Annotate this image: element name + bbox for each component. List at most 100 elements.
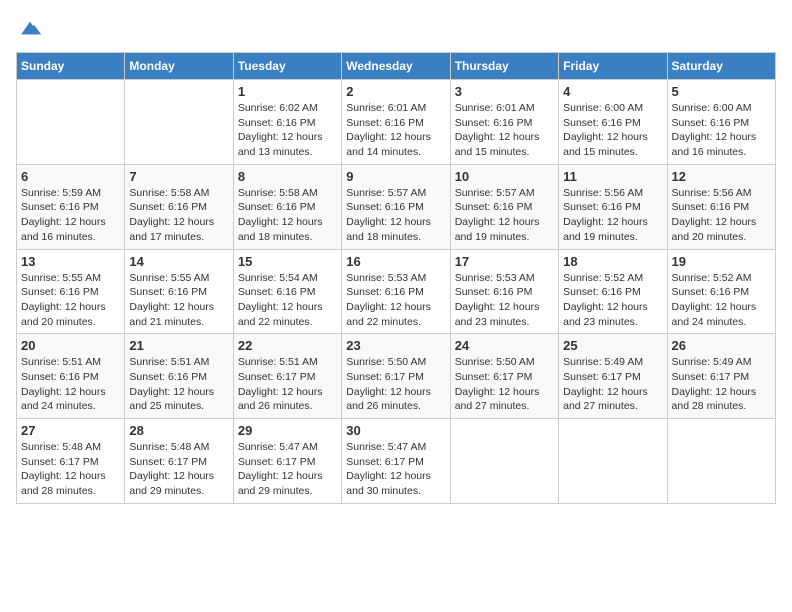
day-number: 29 <box>238 423 337 438</box>
calendar-day-cell: 6 Sunrise: 5:59 AM Sunset: 6:16 PM Daylig… <box>17 164 125 249</box>
day-number: 25 <box>563 338 662 353</box>
day-info: Sunrise: 5:52 AM Sunset: 6:16 PM Dayligh… <box>672 271 771 330</box>
day-number: 13 <box>21 254 120 269</box>
day-number: 22 <box>238 338 337 353</box>
day-info: Sunrise: 5:53 AM Sunset: 6:16 PM Dayligh… <box>346 271 445 330</box>
day-info: Sunrise: 5:51 AM Sunset: 6:16 PM Dayligh… <box>129 355 228 414</box>
calendar-day-cell: 19 Sunrise: 5:52 AM Sunset: 6:16 PM Dayli… <box>667 249 775 334</box>
calendar-day-cell: 28 Sunrise: 5:48 AM Sunset: 6:17 PM Dayli… <box>125 419 233 504</box>
calendar-day-cell: 25 Sunrise: 5:49 AM Sunset: 6:17 PM Dayli… <box>559 334 667 419</box>
calendar-day-cell: 17 Sunrise: 5:53 AM Sunset: 6:16 PM Dayli… <box>450 249 558 334</box>
day-info: Sunrise: 5:51 AM Sunset: 6:17 PM Dayligh… <box>238 355 337 414</box>
day-info: Sunrise: 5:48 AM Sunset: 6:17 PM Dayligh… <box>129 440 228 499</box>
day-info: Sunrise: 5:49 AM Sunset: 6:17 PM Dayligh… <box>672 355 771 414</box>
day-info: Sunrise: 6:01 AM Sunset: 6:16 PM Dayligh… <box>455 101 554 160</box>
day-number: 19 <box>672 254 771 269</box>
page-header <box>16 16 776 40</box>
day-info: Sunrise: 5:48 AM Sunset: 6:17 PM Dayligh… <box>21 440 120 499</box>
day-of-week-header: Tuesday <box>233 53 341 80</box>
calendar-day-cell: 26Sunrise: 5:49 AM Sunset: 6:17 PM Dayli… <box>667 334 775 419</box>
day-number: 27 <box>21 423 120 438</box>
calendar-day-cell: 12 Sunrise: 5:56 AM Sunset: 6:16 PM Dayli… <box>667 164 775 249</box>
day-info: Sunrise: 5:57 AM Sunset: 6:16 PM Dayligh… <box>455 186 554 245</box>
calendar-day-cell: 1 Sunrise: 6:02 AM Sunset: 6:16 PM Daylig… <box>233 80 341 165</box>
calendar-day-cell: 24 Sunrise: 5:50 AM Sunset: 6:17 PM Dayli… <box>450 334 558 419</box>
calendar-day-cell: 14 Sunrise: 5:55 AM Sunset: 6:16 PM Dayli… <box>125 249 233 334</box>
calendar-day-cell <box>559 419 667 504</box>
day-info: Sunrise: 5:47 AM Sunset: 6:17 PM Dayligh… <box>346 440 445 499</box>
day-info: Sunrise: 5:52 AM Sunset: 6:16 PM Dayligh… <box>563 271 662 330</box>
calendar-day-cell: 18 Sunrise: 5:52 AM Sunset: 6:16 PM Dayli… <box>559 249 667 334</box>
calendar-day-cell <box>667 419 775 504</box>
day-info: Sunrise: 5:53 AM Sunset: 6:16 PM Dayligh… <box>455 271 554 330</box>
day-of-week-header: Friday <box>559 53 667 80</box>
calendar-day-cell: 2 Sunrise: 6:01 AM Sunset: 6:16 PM Daylig… <box>342 80 450 165</box>
calendar-day-cell: 10 Sunrise: 5:57 AM Sunset: 6:16 PM Dayli… <box>450 164 558 249</box>
calendar-day-cell: 27 Sunrise: 5:48 AM Sunset: 6:17 PM Dayli… <box>17 419 125 504</box>
day-number: 8 <box>238 169 337 184</box>
calendar-day-cell: 15 Sunrise: 5:54 AM Sunset: 6:16 PM Dayli… <box>233 249 341 334</box>
calendar-day-cell: 16 Sunrise: 5:53 AM Sunset: 6:16 PM Dayli… <box>342 249 450 334</box>
day-number: 21 <box>129 338 228 353</box>
day-number: 12 <box>672 169 771 184</box>
day-number: 1 <box>238 84 337 99</box>
day-number: 17 <box>455 254 554 269</box>
calendar-week-row: 20Sunrise: 5:51 AM Sunset: 6:16 PM Dayli… <box>17 334 776 419</box>
day-info: Sunrise: 5:58 AM Sunset: 6:16 PM Dayligh… <box>129 186 228 245</box>
day-number: 16 <box>346 254 445 269</box>
day-number: 14 <box>129 254 228 269</box>
day-number: 7 <box>129 169 228 184</box>
calendar-header-row: SundayMondayTuesdayWednesdayThursdayFrid… <box>17 53 776 80</box>
day-info: Sunrise: 5:56 AM Sunset: 6:16 PM Dayligh… <box>563 186 662 245</box>
calendar-week-row: 1 Sunrise: 6:02 AM Sunset: 6:16 PM Daylig… <box>17 80 776 165</box>
day-info: Sunrise: 6:00 AM Sunset: 6:16 PM Dayligh… <box>563 101 662 160</box>
calendar-day-cell <box>17 80 125 165</box>
day-info: Sunrise: 5:51 AM Sunset: 6:16 PM Dayligh… <box>21 355 120 414</box>
day-info: Sunrise: 5:59 AM Sunset: 6:16 PM Dayligh… <box>21 186 120 245</box>
day-number: 11 <box>563 169 662 184</box>
calendar-day-cell: 21 Sunrise: 5:51 AM Sunset: 6:16 PM Dayli… <box>125 334 233 419</box>
day-number: 4 <box>563 84 662 99</box>
day-of-week-header: Thursday <box>450 53 558 80</box>
calendar-day-cell: 7 Sunrise: 5:58 AM Sunset: 6:16 PM Daylig… <box>125 164 233 249</box>
day-info: Sunrise: 5:54 AM Sunset: 6:16 PM Dayligh… <box>238 271 337 330</box>
day-number: 24 <box>455 338 554 353</box>
day-of-week-header: Monday <box>125 53 233 80</box>
logo-text <box>16 16 42 40</box>
day-info: Sunrise: 5:49 AM Sunset: 6:17 PM Dayligh… <box>563 355 662 414</box>
day-number: 23 <box>346 338 445 353</box>
calendar-table: SundayMondayTuesdayWednesdayThursdayFrid… <box>16 52 776 504</box>
day-number: 30 <box>346 423 445 438</box>
day-number: 18 <box>563 254 662 269</box>
day-number: 2 <box>346 84 445 99</box>
calendar-day-cell: 22 Sunrise: 5:51 AM Sunset: 6:17 PM Dayli… <box>233 334 341 419</box>
calendar-day-cell: 20Sunrise: 5:51 AM Sunset: 6:16 PM Dayli… <box>17 334 125 419</box>
day-info: Sunrise: 6:01 AM Sunset: 6:16 PM Dayligh… <box>346 101 445 160</box>
day-number: 15 <box>238 254 337 269</box>
calendar-week-row: 6 Sunrise: 5:59 AM Sunset: 6:16 PM Daylig… <box>17 164 776 249</box>
calendar-day-cell: 3 Sunrise: 6:01 AM Sunset: 6:16 PM Daylig… <box>450 80 558 165</box>
calendar-day-cell: 8 Sunrise: 5:58 AM Sunset: 6:16 PM Daylig… <box>233 164 341 249</box>
calendar-day-cell: 13 Sunrise: 5:55 AM Sunset: 6:16 PM Dayli… <box>17 249 125 334</box>
calendar-week-row: 13 Sunrise: 5:55 AM Sunset: 6:16 PM Dayli… <box>17 249 776 334</box>
day-info: Sunrise: 5:50 AM Sunset: 6:17 PM Dayligh… <box>455 355 554 414</box>
calendar-day-cell <box>450 419 558 504</box>
day-info: Sunrise: 5:50 AM Sunset: 6:17 PM Dayligh… <box>346 355 445 414</box>
day-number: 28 <box>129 423 228 438</box>
calendar-day-cell: 29 Sunrise: 5:47 AM Sunset: 6:17 PM Dayli… <box>233 419 341 504</box>
day-number: 9 <box>346 169 445 184</box>
day-of-week-header: Saturday <box>667 53 775 80</box>
day-info: Sunrise: 5:47 AM Sunset: 6:17 PM Dayligh… <box>238 440 337 499</box>
day-info: Sunrise: 5:57 AM Sunset: 6:16 PM Dayligh… <box>346 186 445 245</box>
day-info: Sunrise: 5:55 AM Sunset: 6:16 PM Dayligh… <box>21 271 120 330</box>
day-info: Sunrise: 6:02 AM Sunset: 6:16 PM Dayligh… <box>238 101 337 160</box>
day-number: 6 <box>21 169 120 184</box>
day-info: Sunrise: 5:58 AM Sunset: 6:16 PM Dayligh… <box>238 186 337 245</box>
day-info: Sunrise: 5:56 AM Sunset: 6:16 PM Dayligh… <box>672 186 771 245</box>
day-of-week-header: Wednesday <box>342 53 450 80</box>
day-info: Sunrise: 5:55 AM Sunset: 6:16 PM Dayligh… <box>129 271 228 330</box>
day-number: 10 <box>455 169 554 184</box>
day-number: 3 <box>455 84 554 99</box>
calendar-day-cell <box>125 80 233 165</box>
calendar-day-cell: 9 Sunrise: 5:57 AM Sunset: 6:16 PM Daylig… <box>342 164 450 249</box>
